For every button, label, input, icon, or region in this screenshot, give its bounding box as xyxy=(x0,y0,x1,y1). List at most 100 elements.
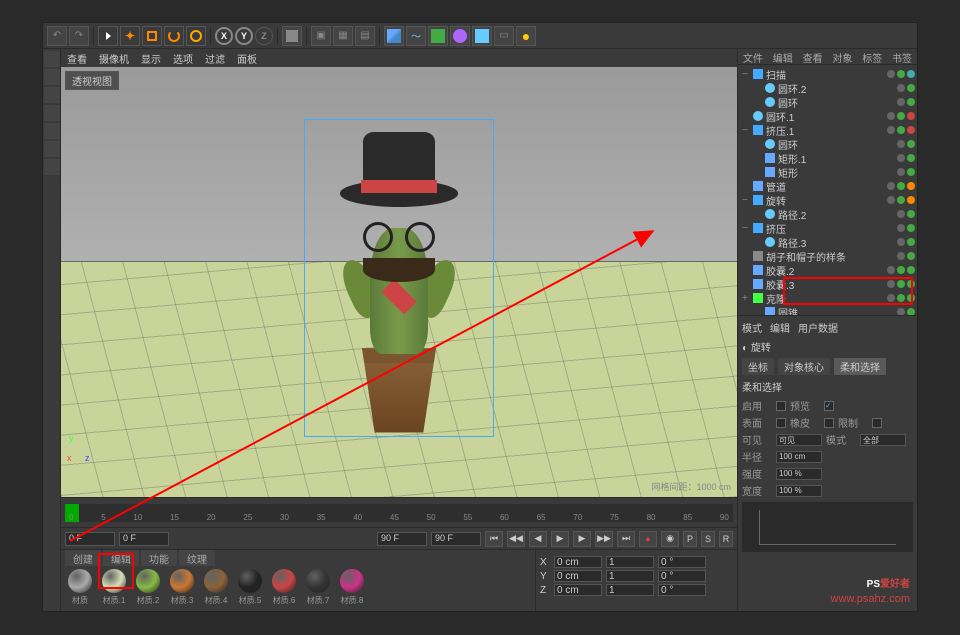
preview-checkbox[interactable] xyxy=(824,401,834,411)
deformer-button[interactable] xyxy=(450,26,470,46)
tree-item-10[interactable]: 路径.2 xyxy=(740,207,915,221)
record-button[interactable]: ● xyxy=(639,531,657,547)
tree-item-4[interactable]: −挤压.1 xyxy=(740,123,915,137)
range-end-field[interactable]: 90 F xyxy=(377,532,427,546)
point-mode-button[interactable] xyxy=(44,87,60,103)
attr-tab-user[interactable]: 用户数据 xyxy=(798,320,838,335)
texture-mode-button[interactable] xyxy=(44,141,60,157)
scale-z-field[interactable]: 1 xyxy=(606,584,654,596)
last-tool[interactable] xyxy=(186,26,206,46)
surface-checkbox[interactable] xyxy=(776,418,786,428)
goto-end-button[interactable]: ⏭ xyxy=(617,531,635,547)
radius-field[interactable]: 100 cm xyxy=(776,451,822,463)
prev-key-button[interactable]: ◀◀ xyxy=(507,531,525,547)
tree-item-7[interactable]: 矩形 xyxy=(740,165,915,179)
width-field[interactable]: 100 % xyxy=(776,485,822,497)
obj-tab-file[interactable]: 文件 xyxy=(738,49,768,64)
edge-mode-button[interactable] xyxy=(44,105,60,121)
attr-tab-mode[interactable]: 模式 xyxy=(742,320,762,335)
axis-x-toggle[interactable]: X xyxy=(215,27,233,45)
play-button[interactable]: ▶ xyxy=(551,531,569,547)
tree-item-3[interactable]: 圆环.1 xyxy=(740,109,915,123)
tree-item-12[interactable]: 路径.3 xyxy=(740,235,915,249)
scale-x-field[interactable]: 1 xyxy=(606,556,654,568)
rot-z-field[interactable]: 0 ° xyxy=(658,584,706,596)
next-key-button[interactable]: ▶▶ xyxy=(595,531,613,547)
material-7[interactable]: 材质.7 xyxy=(303,569,333,609)
workplane-button[interactable] xyxy=(44,159,60,175)
end-frame-field[interactable]: 90 F xyxy=(431,532,481,546)
tree-item-0[interactable]: −扫描 xyxy=(740,67,915,81)
obj-tab-tags[interactable]: 标签 xyxy=(857,49,887,64)
vp-menu-camera[interactable]: 摄像机 xyxy=(99,51,129,66)
limit-checkbox[interactable] xyxy=(872,418,882,428)
timeline[interactable]: 051015202530354045505560657075808590 xyxy=(61,497,737,527)
tree-item-8[interactable]: 管道 xyxy=(740,179,915,193)
timeline-track[interactable]: 051015202530354045505560657075808590 xyxy=(65,504,733,522)
spline-button[interactable]: 〜 xyxy=(406,26,426,46)
obj-tab-view[interactable]: 查看 xyxy=(798,49,828,64)
scale-y-field[interactable]: 1 xyxy=(606,570,654,582)
camera-button[interactable]: ▭ xyxy=(494,26,514,46)
axis-z-toggle[interactable]: Z xyxy=(255,27,273,45)
vp-menu-filter[interactable]: 过滤 xyxy=(205,51,225,66)
attr-tab-edit[interactable]: 编辑 xyxy=(770,320,790,335)
primitive-button[interactable] xyxy=(384,26,404,46)
subtab-coord[interactable]: 坐标 xyxy=(742,358,774,375)
environment-button[interactable] xyxy=(472,26,492,46)
vp-menu-options[interactable]: 选项 xyxy=(173,51,193,66)
material-2[interactable]: 材质.2 xyxy=(133,569,163,609)
mat-tab-tex[interactable]: 纹理 xyxy=(179,550,215,566)
vp-menu-display[interactable]: 显示 xyxy=(141,51,161,66)
move-tool[interactable]: ✦ xyxy=(120,26,140,46)
rot-y-field[interactable]: 0 ° xyxy=(658,570,706,582)
enable-checkbox[interactable] xyxy=(776,401,786,411)
scale-tool[interactable] xyxy=(142,26,162,46)
obj-tab-bookmark[interactable]: 书签 xyxy=(887,49,917,64)
material-8[interactable]: 材质.8 xyxy=(337,569,367,609)
current-frame-field[interactable]: 0 F xyxy=(119,532,169,546)
subtab-soft[interactable]: 柔和选择 xyxy=(834,358,886,375)
render-view-button[interactable]: ▣ xyxy=(311,26,331,46)
subtab-core[interactable]: 对象核心 xyxy=(778,358,830,375)
redo-button[interactable]: ↷ xyxy=(69,26,89,46)
tree-item-6[interactable]: 矩形.1 xyxy=(740,151,915,165)
axis-y-toggle[interactable]: Y xyxy=(235,27,253,45)
tree-item-14[interactable]: 胶囊.2 xyxy=(740,263,915,277)
tree-item-2[interactable]: 圆环 xyxy=(740,95,915,109)
key-pos-button[interactable]: P xyxy=(683,531,697,547)
pos-z-field[interactable]: 0 cm xyxy=(554,584,602,596)
undo-button[interactable]: ↶ xyxy=(47,26,67,46)
rotate-tool[interactable] xyxy=(164,26,184,46)
material-0[interactable]: 材质 xyxy=(65,569,95,609)
render-settings-button[interactable]: ▦ xyxy=(333,26,353,46)
goto-start-button[interactable]: ⏮ xyxy=(485,531,503,547)
prev-frame-button[interactable]: ◀ xyxy=(529,531,547,547)
edge-checkbox[interactable] xyxy=(824,418,834,428)
rot-x-field[interactable]: 0 ° xyxy=(658,556,706,568)
tree-item-13[interactable]: 胡子和帽子的样条 xyxy=(740,249,915,263)
visible-field[interactable]: 可见 xyxy=(776,434,822,446)
material-5[interactable]: 材质.5 xyxy=(235,569,265,609)
mat-tab-func[interactable]: 功能 xyxy=(141,550,177,566)
vp-menu-view[interactable]: 查看 xyxy=(67,51,87,66)
next-frame-button[interactable]: ▶ xyxy=(573,531,591,547)
generator-button[interactable] xyxy=(428,26,448,46)
select-tool[interactable] xyxy=(98,26,118,46)
mat-tab-create[interactable]: 创建 xyxy=(65,550,101,566)
object-mode-button[interactable] xyxy=(44,69,60,85)
render-queue-button[interactable]: ▤ xyxy=(355,26,375,46)
obj-tab-edit[interactable]: 编辑 xyxy=(768,49,798,64)
autokey-button[interactable]: ◉ xyxy=(661,531,679,547)
light-button[interactable]: ● xyxy=(516,26,536,46)
viewport[interactable]: 透视视图 yxz 网格间距：1000 cm xyxy=(61,67,737,497)
material-4[interactable]: 材质.4 xyxy=(201,569,231,609)
key-rot-button[interactable]: R xyxy=(719,531,733,547)
pos-x-field[interactable]: 0 cm xyxy=(554,556,602,568)
tree-item-11[interactable]: −挤压 xyxy=(740,221,915,235)
falloff-curve[interactable] xyxy=(742,502,913,552)
tree-item-9[interactable]: −旋转 xyxy=(740,193,915,207)
tree-item-1[interactable]: 圆环.2 xyxy=(740,81,915,95)
tree-item-5[interactable]: 圆环 xyxy=(740,137,915,151)
mode-field[interactable]: 全部 xyxy=(860,434,906,446)
